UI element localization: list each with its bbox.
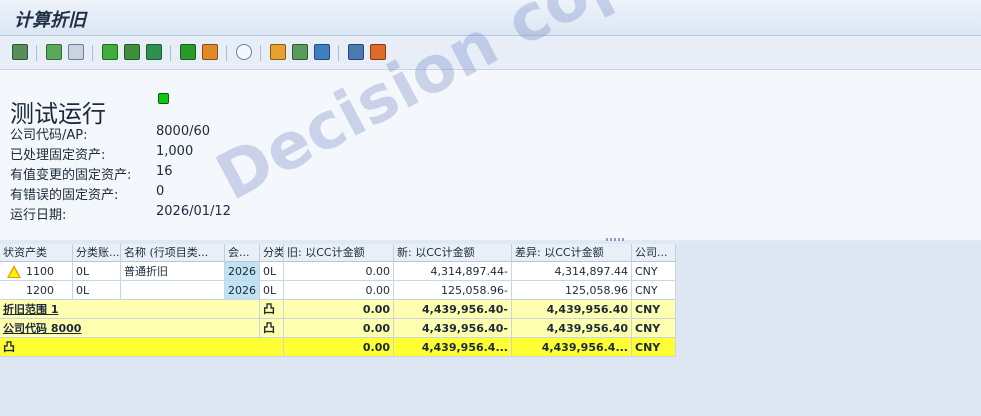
table-row-2-class[interactable]: 0L [260,281,284,300]
table-row-1-class[interactable]: 0L [260,262,284,281]
splitter-handle[interactable] [606,238,624,241]
value-run-date: 2026/01/12 [156,204,231,219]
table-row-1-year[interactable]: 2026 [225,262,260,281]
filter-icon[interactable] [146,44,162,60]
table-row-2-asset-class[interactable]: 1200 [0,281,73,300]
subtotal-icon[interactable] [202,44,218,60]
subtotal-1-label[interactable]: 折旧范围 1 [0,300,260,319]
label-company-code: 公司代码/AP: [10,128,88,143]
warning-icon [7,265,21,278]
table-row-2-name[interactable] [121,281,225,300]
subtotal-2-label[interactable]: 公司代码 8000 [0,319,260,338]
print-preview-icon[interactable] [236,44,252,60]
subtotal-2-icon-cell: 凸 [260,319,284,338]
col-name[interactable]: 名称 (行项目类... [121,244,225,262]
table-row-1-old[interactable]: 0.00 [284,262,394,281]
total-icon: 凸 [3,340,16,354]
value-error-assets: 0 [156,184,165,199]
total-old[interactable]: 0.00 [284,338,394,357]
table-row-2-old[interactable]: 0.00 [284,281,394,300]
label-run-date: 运行日期: [10,208,67,223]
col-new-amount[interactable]: 新: 以CC计金额 [394,244,512,262]
subtotal-1-new[interactable]: 4,439,956.40- [394,300,512,319]
total-new[interactable]: 4,439,956.4... [394,338,512,357]
subtotal-icon: 凸 [263,302,276,316]
table-row-2-ledger[interactable]: 0L [73,281,121,300]
col-ledger[interactable]: 分类账... [73,244,121,262]
layout-icon[interactable] [348,44,364,60]
subtotal-1-currency[interactable]: CNY [632,300,676,319]
subtotal-2-new[interactable]: 4,439,956.40- [394,319,512,338]
col-old-amount[interactable]: 旧: 以CC计金额 [284,244,394,262]
header-area: 测试运行 公司代码/AP: 8000/60 已处理固定资产: 1,000 有值变… [0,70,981,240]
collapse-icon[interactable] [68,44,84,60]
subtotal-2-currency[interactable]: CNY [632,319,676,338]
value-processed-assets: 1,000 [156,144,194,159]
toolbar [0,36,981,70]
subtotal-2-old[interactable]: 0.00 [284,319,394,338]
subtotal-2-link[interactable]: 公司代码 8000 [3,322,81,335]
subtotal-1-old[interactable]: 0.00 [284,300,394,319]
details-icon[interactable] [12,44,28,60]
col-asset-class[interactable]: 状资产类 [0,244,73,262]
col-company[interactable]: 公司... [632,244,676,262]
table-row-1-ledger[interactable]: 0L [73,262,121,281]
local-file-icon[interactable] [292,44,308,60]
title-bar: 计算折旧 [0,0,981,36]
table-row-2-new[interactable]: 125,058.96- [394,281,512,300]
export-icon[interactable] [314,44,330,60]
value-changed-assets: 16 [156,164,173,179]
sum-icon[interactable] [180,44,196,60]
total-currency[interactable]: CNY [632,338,676,357]
total-label-cell: 凸 [0,338,284,357]
col-class[interactable]: 分类 [260,244,284,262]
sort-descending-icon[interactable] [124,44,140,60]
table-row-1-diff[interactable]: 4,314,897.44 [512,262,632,281]
status-green-icon [158,93,169,104]
table-row-2-currency[interactable]: CNY [632,281,676,300]
col-diff-amount[interactable]: 差异: 以CC计金额 [512,244,632,262]
subtotal-2-diff[interactable]: 4,439,956.40 [512,319,632,338]
label-error-assets: 有错误的固定资产: [10,188,119,203]
subtotal-1-link[interactable]: 折旧范围 1 [3,303,58,316]
sort-ascending-icon[interactable] [102,44,118,60]
alv-grid: 状资产类 分类账... 名称 (行项目类... 会... 分类 旧: 以CC计金… [0,244,981,416]
spreadsheet-icon[interactable] [270,44,286,60]
expand-icon[interactable] [46,44,62,60]
table-row-1-name[interactable]: 普通折旧 [121,262,225,281]
col-year[interactable]: 会... [225,244,260,262]
page-title: 计算折旧 [14,10,86,31]
subtotal-icon: 凸 [263,321,276,335]
total-diff[interactable]: 4,439,956.4... [512,338,632,357]
select-layout-icon[interactable] [370,44,386,60]
subtotal-1-icon-cell: 凸 [260,300,284,319]
table-row-1-new[interactable]: 4,314,897.44- [394,262,512,281]
value-company-code: 8000/60 [156,124,211,139]
table-row-2-year[interactable]: 2026 [225,281,260,300]
label-changed-assets: 有值变更的固定资产: [10,168,132,183]
table-row-2-diff[interactable]: 125,058.96 [512,281,632,300]
table-row-1-currency[interactable]: CNY [632,262,676,281]
label-processed-assets: 已处理固定资产: [10,148,106,163]
subtotal-1-diff[interactable]: 4,439,956.40 [512,300,632,319]
